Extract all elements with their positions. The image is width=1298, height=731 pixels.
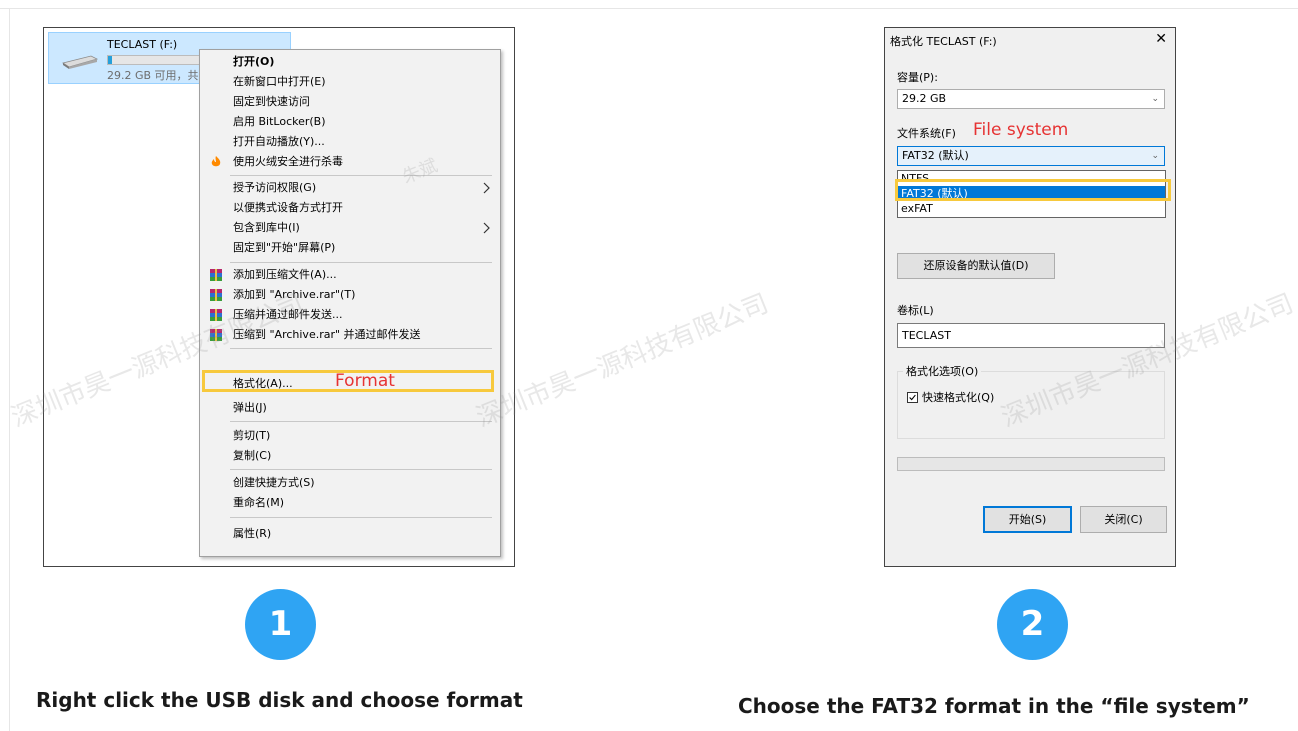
menu-item-open[interactable]: 打开(O) [201, 52, 499, 72]
chevron-down-icon: ⌄ [1151, 94, 1159, 104]
menu-separator [230, 262, 492, 263]
huorong-icon [211, 156, 221, 167]
drive-info: 29.2 GB 可用，共 [107, 69, 199, 82]
format-annotation: Format [335, 371, 395, 391]
winrar-icon [210, 269, 222, 281]
step-1-caption: Right click the USB disk and choose form… [36, 688, 523, 712]
volume-label: 卷标(L) [897, 304, 934, 317]
winrar-icon [210, 289, 222, 301]
filesystem-label: 文件系统(F) [897, 127, 956, 140]
watermark: 深圳市昊一源科技有限公司 [472, 288, 773, 434]
menu-item-pin-start[interactable]: 固定到"开始"屏幕(P) [201, 238, 499, 258]
format-dialog: 格式化 TECLAST (F:) ✕ 容量(P): 29.2 GB ⌄ 文件系统… [884, 27, 1176, 567]
filesystem-select[interactable]: FAT32 (默认) ⌄ [897, 146, 1165, 166]
winrar-icon [210, 329, 222, 341]
start-button[interactable]: 开始(S) [983, 506, 1072, 533]
close-icon[interactable]: ✕ [1155, 31, 1167, 47]
menu-item-cut[interactable]: 剪切(T) [201, 426, 499, 446]
menu-item-huorong-scan[interactable]: 使用火绒安全进行杀毒 [201, 152, 499, 172]
chevron-right-icon [483, 182, 490, 194]
fat32-highlight-box [895, 179, 1171, 201]
menu-item-eject[interactable]: 弹出(J) [201, 398, 499, 418]
quick-format-checkbox[interactable] [907, 392, 918, 403]
winrar-icon [210, 309, 222, 321]
step-1-badge: 1 [245, 589, 316, 660]
menu-item-grant-access[interactable]: 授予访问权限(G) [201, 178, 499, 198]
restore-defaults-button[interactable]: 还原设备的默认值(D) [897, 253, 1055, 279]
chevron-right-icon [483, 222, 490, 234]
usb-drive-icon [62, 55, 99, 69]
context-menu: 打开(O) 在新窗口中打开(E) 固定到快速访问 启用 BitLocker(B)… [199, 49, 501, 557]
volume-label-input[interactable]: TECLAST [897, 323, 1165, 348]
menu-item-open-new-window[interactable]: 在新窗口中打开(E) [201, 72, 499, 92]
menu-item-portable-device[interactable]: 以便携式设备方式打开 [201, 198, 499, 218]
filesystem-annotation: File system [973, 120, 1069, 140]
menu-item-include-library[interactable]: 包含到库中(I) [201, 218, 499, 238]
menu-item-copy[interactable]: 复制(C) [201, 446, 499, 466]
menu-item-rename[interactable]: 重命名(M) [201, 493, 499, 513]
format-progress-bar [897, 457, 1165, 471]
dialog-title: 格式化 TECLAST (F:) [890, 35, 997, 48]
top-divider [0, 8, 1298, 9]
menu-item-compress-email[interactable]: 压缩并通过邮件发送... [201, 305, 499, 325]
option-exfat[interactable]: exFAT [898, 201, 1165, 216]
menu-separator [230, 517, 492, 518]
explorer-screenshot: TECLAST (F:) 29.2 GB 可用，共 打开(O) 在新窗口中打开(… [43, 27, 515, 567]
menu-item-add-archive-rar[interactable]: 添加到 "Archive.rar"(T) [201, 285, 499, 305]
menu-item-properties[interactable]: 属性(R) [201, 524, 499, 544]
menu-item-pin-quick-access[interactable]: 固定到快速访问 [201, 92, 499, 112]
format-options-group [897, 371, 1165, 439]
menu-item-bitlocker[interactable]: 启用 BitLocker(B) [201, 112, 499, 132]
drive-name: TECLAST (F:) [107, 38, 178, 51]
menu-separator [230, 469, 492, 470]
format-options-label: 格式化选项(O) [903, 363, 982, 379]
menu-separator [230, 348, 492, 349]
step-2-badge: 2 [997, 589, 1068, 660]
menu-item-create-shortcut[interactable]: 创建快捷方式(S) [201, 473, 499, 493]
menu-separator [230, 175, 492, 176]
menu-separator [230, 421, 492, 422]
chevron-down-icon: ⌄ [1151, 151, 1159, 161]
step-2-caption: Choose the FAT32 format in the “file sys… [738, 694, 1250, 718]
menu-item-add-archive[interactable]: 添加到压缩文件(A)... [201, 265, 499, 285]
close-button[interactable]: 关闭(C) [1080, 506, 1167, 533]
menu-item-autoplay[interactable]: 打开自动播放(Y)... [201, 132, 499, 152]
capacity-label: 容量(P): [897, 71, 938, 84]
quick-format-label: 快速格式化(Q) [922, 391, 995, 404]
menu-item-compress-rar-email[interactable]: 压缩到 "Archive.rar" 并通过邮件发送 [201, 325, 499, 345]
capacity-select[interactable]: 29.2 GB ⌄ [897, 89, 1165, 109]
left-divider [9, 8, 10, 731]
